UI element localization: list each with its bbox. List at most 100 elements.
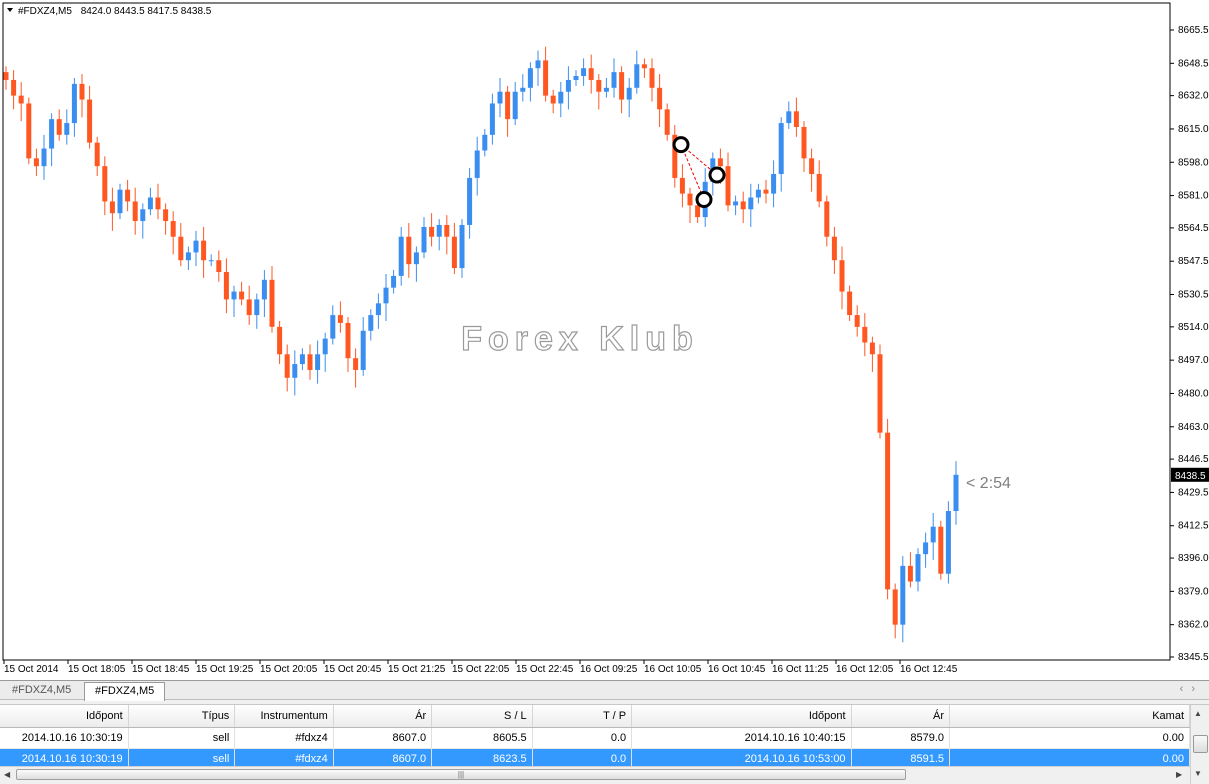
candle-body	[657, 87, 663, 110]
candle-body	[755, 189, 761, 198]
candle-body	[307, 354, 313, 370]
candle-body	[467, 177, 473, 225]
price-tick-label: 8530.5	[1178, 290, 1209, 301]
candle-body	[626, 87, 632, 100]
price-tick-label: 8615.0	[1178, 124, 1209, 135]
candle-body	[41, 148, 47, 167]
col-type[interactable]: Típus	[128, 705, 236, 728]
scroll-left-icon[interactable]: ◀	[4, 770, 10, 779]
current-price-label: 8438.5	[1171, 467, 1209, 482]
candle-body	[558, 91, 564, 104]
candle-body	[923, 542, 929, 555]
scroll-down-icon[interactable]: ▼	[1194, 769, 1202, 778]
candle-body	[527, 68, 533, 88]
candle-body	[315, 354, 321, 370]
candle-body	[596, 79, 602, 92]
chart-area[interactable]: Forex Klub 8665.5 8648.5 8632.0 8615.0 8598.…	[0, 0, 1209, 680]
candle-body	[451, 236, 457, 269]
vertical-scrollbar[interactable]: ▲ ▼	[1190, 705, 1209, 784]
svg-text:#FDXZ4,M5 8424.0 8443.: #FDXZ4,M5 8424.0 8443.5 8417.5 8438.5	[18, 6, 212, 17]
candle-body	[79, 83, 85, 100]
bar-countdown: < 2:54	[966, 475, 1011, 492]
candle-body	[809, 158, 815, 175]
candle-body	[421, 226, 427, 253]
candle-body	[619, 72, 625, 100]
candle-body	[474, 150, 480, 178]
candle-body	[185, 252, 191, 261]
scroll-right-icon[interactable]: ▶	[1176, 770, 1182, 779]
candle-body	[178, 236, 184, 261]
candle-body	[839, 260, 845, 292]
candle-body	[869, 342, 875, 355]
horizontal-scroll-thumb[interactable]: |||	[16, 769, 906, 780]
chevron-left-icon[interactable]: ‹	[1180, 683, 1192, 695]
candle-body	[254, 299, 260, 316]
cell-tp: 0.0	[532, 727, 633, 749]
scroll-up-icon[interactable]: ▲	[1194, 709, 1202, 718]
candle-body	[246, 299, 252, 316]
candle-body	[299, 354, 305, 365]
col-tp[interactable]: T / P	[532, 705, 633, 728]
candle-body	[945, 511, 951, 574]
price-tick-label: 8463.0	[1178, 422, 1209, 433]
candle-body	[368, 315, 374, 331]
col-interest[interactable]: Kamat	[949, 705, 1190, 728]
candle-body	[664, 109, 670, 135]
candle-body	[170, 221, 176, 237]
col-price[interactable]: Ár	[333, 705, 433, 728]
price-tick-label: 8362.0	[1178, 620, 1209, 631]
candle-body	[383, 287, 389, 304]
candle-body	[520, 87, 526, 92]
candle-body	[907, 565, 913, 582]
chart-header: #FDXZ4,M5 8424.0 8443.5 8417.5 8438.5	[7, 6, 212, 17]
candle-body	[56, 119, 62, 135]
candle-body	[588, 68, 594, 80]
tab-fdxz4-m5-2[interactable]: #FDXZ4,M5	[84, 682, 166, 701]
time-tick-label: 15 Oct 18:05	[68, 664, 126, 675]
price-chart[interactable]: Forex Klub 8665.5 8648.5 8632.0 8615.0 8598.…	[0, 0, 1209, 680]
cell-close-price: 8579.0	[851, 727, 951, 749]
candle-body	[406, 236, 412, 265]
price-tick-label: 8648.5	[1178, 58, 1209, 69]
trade-marker-icon	[695, 190, 713, 208]
tab-scroll-arrows[interactable]: ‹›	[1180, 683, 1203, 695]
candle-body	[201, 240, 207, 261]
chevron-right-icon[interactable]: ›	[1191, 683, 1203, 695]
candle-body	[611, 72, 617, 88]
price-axis: 8665.5 8648.5 8632.0 8615.0 8598.0 8581.0 8564…	[1170, 25, 1209, 663]
time-axis: 15 Oct 2014 15 Oct 18:05 15 Oct 18:45 15 Oc…	[3, 660, 958, 675]
price-tick-label: 8632.0	[1178, 91, 1209, 102]
candle-body	[353, 358, 359, 370]
candle-body	[786, 111, 792, 124]
cell-instrument: #fdxz4	[234, 727, 334, 749]
vertical-scroll-thumb[interactable]	[1193, 735, 1208, 753]
candle-body	[140, 209, 146, 222]
col-close-price[interactable]: Ár	[851, 705, 951, 728]
col-time[interactable]: Időpont	[0, 705, 129, 728]
candle-body	[816, 174, 822, 202]
horizontal-scrollbar[interactable]: ◀ ||| ▶	[0, 766, 1190, 783]
tab-fdxz4-m5-1[interactable]: #FDXZ4,M5	[2, 682, 81, 699]
ohlc-values: 8424.0 8443.5 8417.5 8438.5	[81, 6, 212, 17]
candle-body	[930, 526, 936, 543]
candle-body	[603, 87, 609, 92]
price-tick-label: 8446.5	[1178, 454, 1209, 465]
candle-body	[375, 303, 381, 316]
candle-body	[900, 565, 906, 625]
candle-body	[831, 236, 837, 261]
dropdown-triangle-icon[interactable]	[7, 8, 13, 12]
candle-body	[155, 197, 161, 210]
col-instrument[interactable]: Instrumentum	[234, 705, 334, 728]
candle-body	[885, 432, 891, 590]
time-tick-label: 15 Oct 2014	[4, 664, 59, 675]
table-row[interactable]: 2014.10.16 10:30:19 sell #fdxz4 8607.0 8…	[0, 727, 1190, 749]
chart-tabs-bar: #FDXZ4,M5 #FDXZ4,M5 ‹›	[0, 680, 1209, 701]
time-tick-label: 16 Oct 12:45	[900, 664, 958, 675]
col-close-time[interactable]: Időpont	[631, 705, 852, 728]
price-tick-label: 8345.5	[1178, 652, 1209, 663]
candle-body	[543, 60, 549, 96]
candle-body	[573, 76, 579, 80]
candle-body	[649, 68, 655, 88]
col-sl[interactable]: S / L	[431, 705, 533, 728]
candle-body	[847, 291, 853, 316]
